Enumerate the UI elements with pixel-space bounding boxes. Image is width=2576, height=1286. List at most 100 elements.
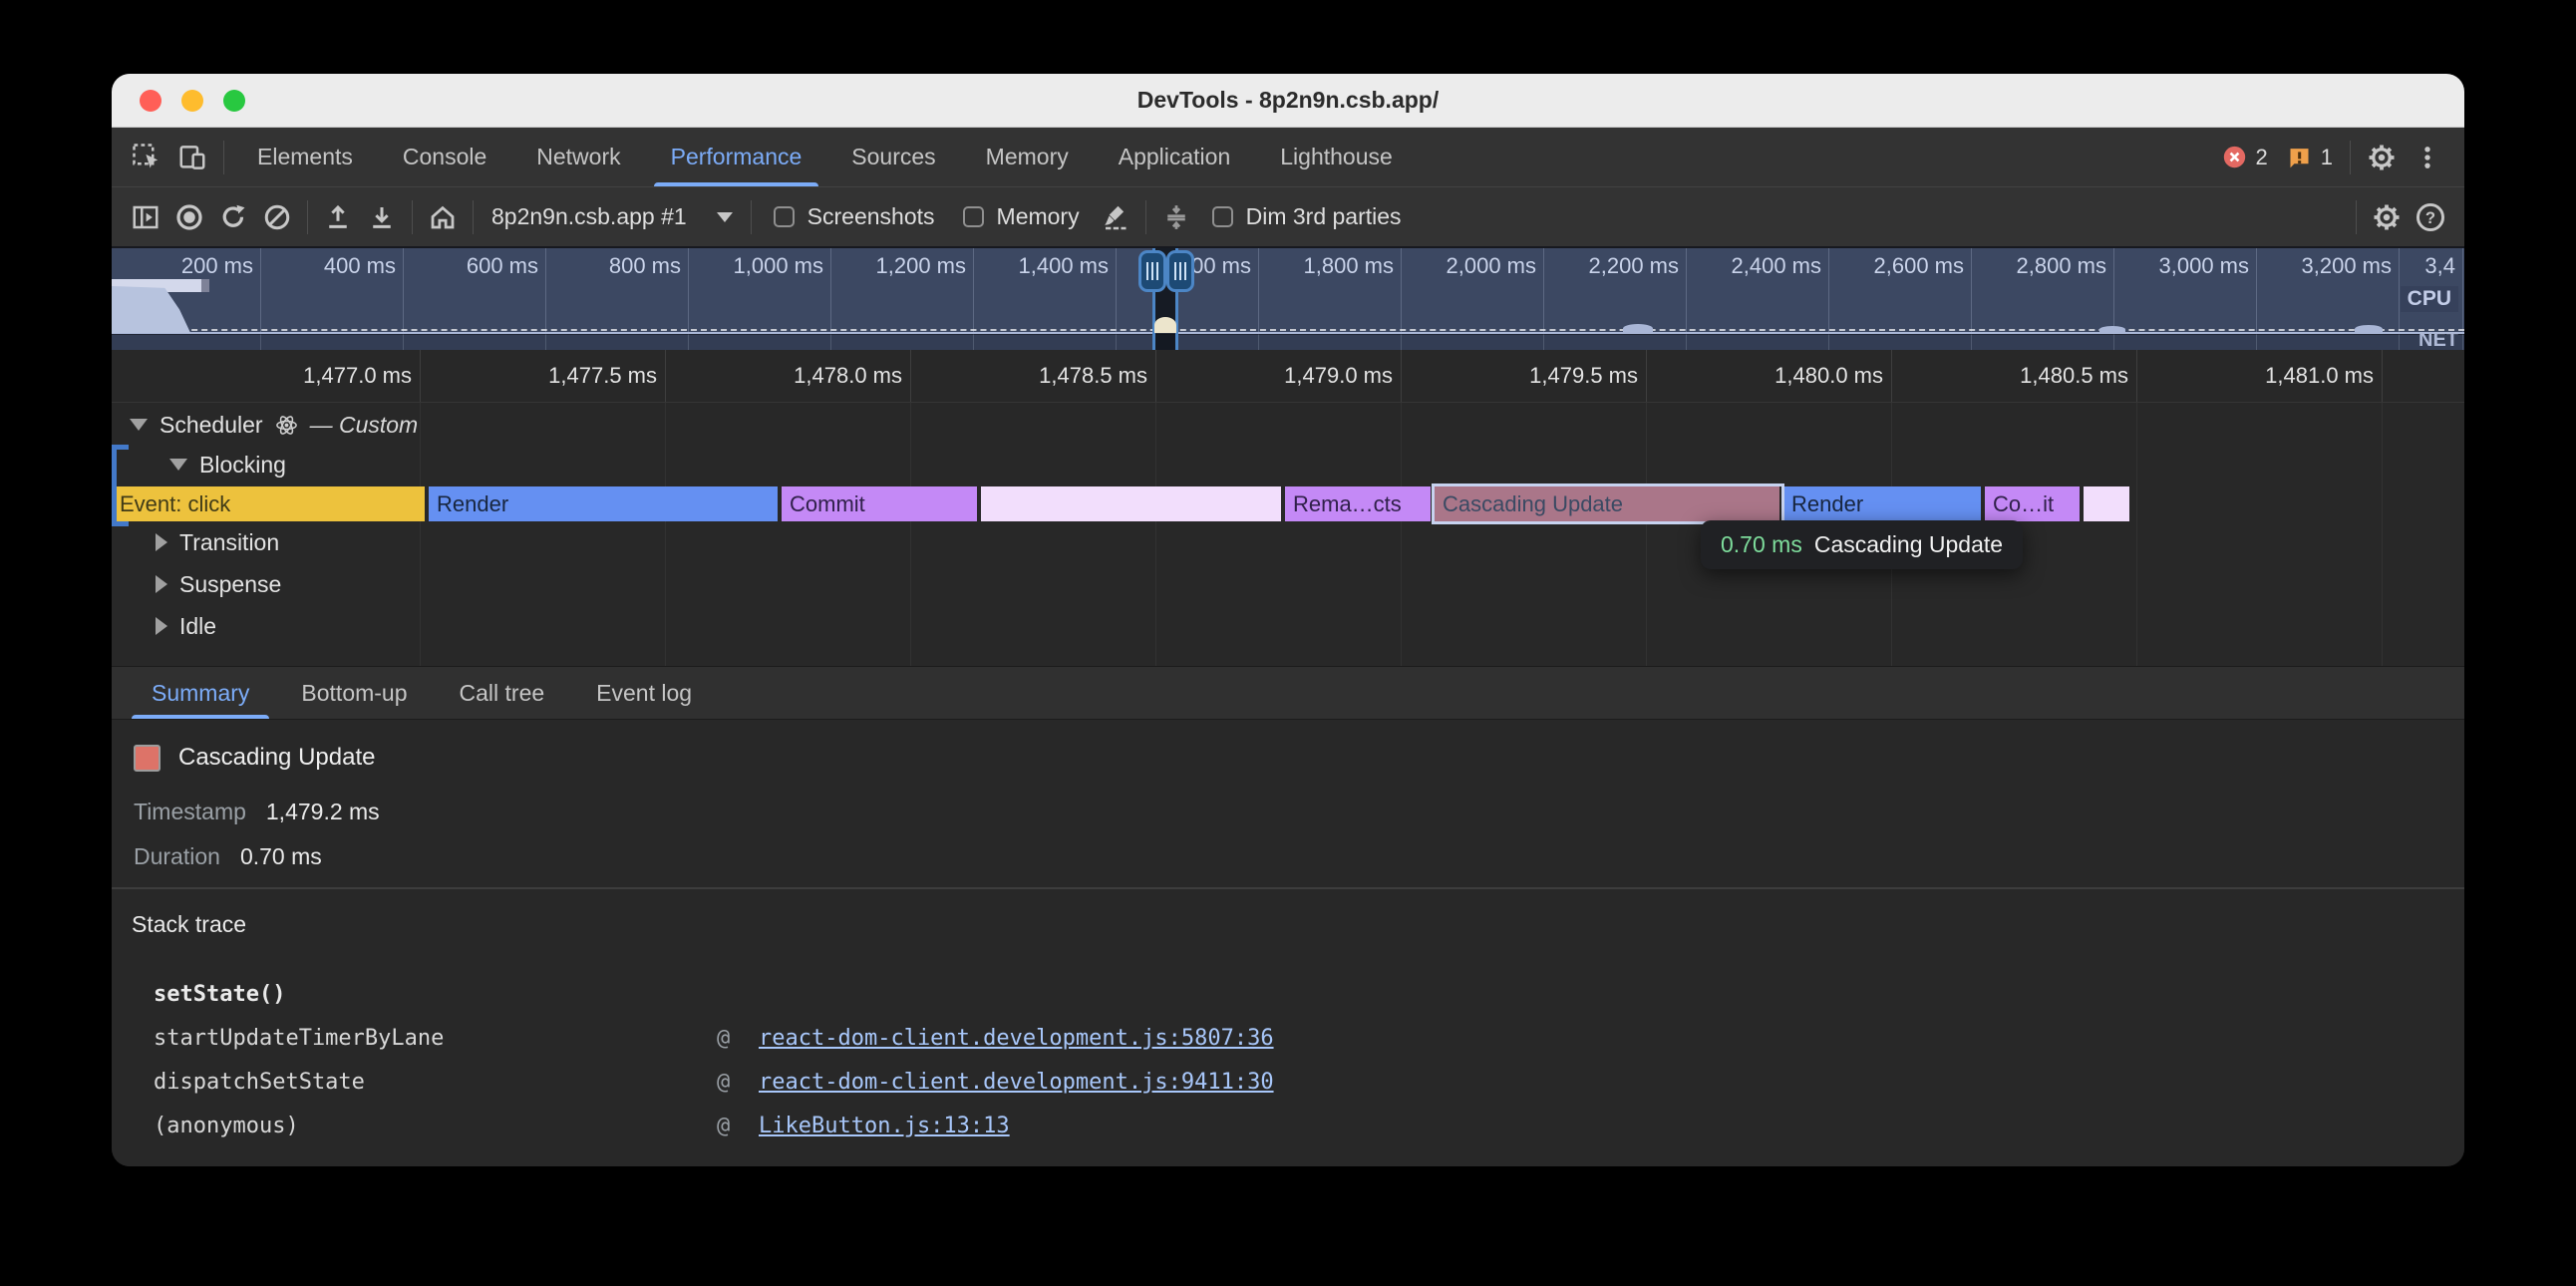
warning-count: 1 (2321, 145, 2333, 170)
clear-icon[interactable] (255, 195, 299, 239)
details-tabbar: SummaryBottom-upCall treeEvent log (112, 666, 2464, 720)
warning-badge[interactable]: 1 (2286, 144, 2333, 170)
collapse-sections-icon[interactable] (1154, 195, 1198, 239)
summary-row: Duration 0.70 ms (134, 834, 2464, 879)
summary-panel: Cascading Update Timestamp 1,479.2 ms Du… (112, 720, 2464, 887)
triangle-right-icon (156, 533, 167, 551)
dim-3rd-parties-checkbox[interactable]: Dim 3rd parties (1212, 203, 1402, 230)
flame-bar[interactable]: Rema…cts (1285, 486, 1433, 521)
collect-garbage-icon[interactable] (1094, 195, 1137, 239)
event-color-swatch (134, 745, 161, 772)
panel-tab[interactable]: Console (378, 128, 511, 186)
error-badge[interactable]: 2 (2221, 144, 2268, 170)
gridline (1402, 403, 1647, 666)
divider (412, 200, 413, 234)
details-tab[interactable]: Summary (126, 667, 275, 719)
frame-source-link[interactable]: react-dom-client.development.js:9411:30 (759, 1070, 2464, 1095)
memory-checkbox[interactable]: Memory (963, 203, 1080, 230)
ruler-tick: 1,479.0 ms (1156, 350, 1402, 402)
net-label: NET (2418, 329, 2458, 350)
toggle-sidebar-icon[interactable] (124, 195, 167, 239)
target-label: 8p2n9n.csb.app #1 (491, 203, 687, 230)
upload-profile-icon[interactable] (316, 195, 360, 239)
divider (1145, 200, 1146, 234)
divider (307, 200, 308, 234)
screenshots-checkbox[interactable]: Screenshots (774, 203, 935, 230)
warning-icon (2286, 144, 2313, 170)
ruler-tick: 1,481.0 ms (2137, 350, 2383, 402)
flame-bar[interactable]: Commit (782, 486, 979, 521)
timeline-overview[interactable]: 200 ms400 ms600 ms800 ms1,000 ms1,200 ms… (112, 246, 2464, 350)
triangle-right-icon (156, 617, 167, 635)
capture-settings-gear-icon[interactable] (2365, 195, 2409, 239)
settings-gear-icon[interactable] (2359, 143, 2405, 172)
flame-bar[interactable] (2084, 486, 2131, 521)
reload-record-icon[interactable] (211, 195, 255, 239)
summary-title: Cascading Update (178, 744, 375, 772)
frame-source-link[interactable]: react-dom-client.development.js:5807:36 (759, 1026, 2464, 1051)
device-toolbar-icon[interactable] (169, 128, 215, 186)
panel-tab[interactable]: Elements (232, 128, 378, 186)
stack-frame: dispatchSetState @ react-dom-client.deve… (154, 1060, 2464, 1104)
flame-bar[interactable]: Cascading Update (1435, 486, 1781, 521)
divider (2350, 141, 2351, 174)
panel-tab[interactable]: Application (1094, 128, 1256, 186)
panel-tabs: ElementsConsoleNetworkPerformanceSources… (232, 128, 1418, 186)
triangle-right-icon (156, 575, 167, 593)
gridline (911, 403, 1156, 666)
gridline (421, 403, 666, 666)
panel-tab[interactable]: Network (511, 128, 645, 186)
flame-bar[interactable] (981, 486, 1283, 521)
flame-bar[interactable]: Co…it (1985, 486, 2082, 521)
home-icon[interactable] (421, 195, 465, 239)
summary-row: Timestamp 1,479.2 ms (134, 790, 2464, 834)
cpu-bump (2355, 325, 2383, 333)
stack-trace-header: Stack trace (132, 911, 2464, 938)
gridline (2137, 403, 2383, 666)
kebab-menu-icon[interactable] (2405, 144, 2450, 171)
download-profile-icon[interactable] (360, 195, 404, 239)
detail-ruler: 1,477.0 ms1,477.5 ms1,478.0 ms1,478.5 ms… (112, 350, 2464, 403)
ruler-tick: 1,477.5 ms (421, 350, 666, 402)
flamechart-canvas[interactable]: Scheduler — Custom Blocking Event: click… (112, 403, 2464, 666)
atom-icon (275, 414, 298, 437)
ruler-tick: 1,477.0 ms (112, 350, 421, 402)
window-title: DevTools - 8p2n9n.csb.app/ (112, 87, 2464, 114)
details-tab[interactable]: Call tree (434, 667, 571, 719)
cpu-bump (1623, 324, 1653, 333)
flame-bar[interactable]: Render (429, 486, 780, 521)
selection-handle-left[interactable] (1138, 250, 1166, 292)
track-collapsed[interactable]: Transition (156, 524, 281, 560)
panel-tab[interactable]: Memory (961, 128, 1094, 186)
panel-tab[interactable]: Lighthouse (1255, 128, 1418, 186)
selection-handle-right[interactable] (1166, 250, 1194, 292)
details-tab[interactable]: Bottom-up (275, 667, 433, 719)
flame-bar[interactable]: Render (1783, 486, 1983, 521)
flame-bars: Event: clickRenderCommitRema…ctsCascadin… (112, 486, 2464, 521)
track-collapsed[interactable]: Suspense (156, 566, 281, 602)
triangle-down-icon (130, 419, 148, 431)
divider (751, 200, 752, 234)
track-collapsed[interactable]: Idle (156, 608, 281, 644)
triangle-down-icon (169, 459, 187, 471)
ruler-tick: 1,479.5 ms (1402, 350, 1647, 402)
devtools-window: DevTools - 8p2n9n.csb.app/ ElementsConso… (112, 74, 2464, 1166)
track-scheduler[interactable]: Scheduler — Custom (130, 407, 418, 443)
record-icon[interactable] (167, 195, 211, 239)
inspect-element-icon[interactable] (124, 128, 169, 186)
panel-tab[interactable]: Performance (646, 128, 827, 186)
checkbox-icon (1212, 206, 1233, 227)
stack-trace-panel: Stack trace setState() startUpdateTimerB… (112, 887, 2464, 1166)
cpu-bump-selected (1154, 317, 1176, 333)
panel-tab[interactable]: Sources (826, 128, 960, 186)
track-blocking[interactable]: Blocking (169, 447, 286, 482)
frame-source-link[interactable]: LikeButton.js:13:13 (759, 1114, 2464, 1138)
details-tab[interactable]: Event log (570, 667, 718, 719)
flame-bar[interactable]: Event: click (112, 486, 427, 521)
frame-function: startUpdateTimerByLane (154, 1026, 717, 1051)
checkbox-icon (963, 206, 984, 227)
stack-root-call: setState() (154, 972, 2464, 1016)
selected-track-bracket (112, 445, 117, 526)
target-selector[interactable]: 8p2n9n.csb.app #1 (491, 203, 733, 230)
help-icon[interactable]: ? (2409, 195, 2452, 239)
